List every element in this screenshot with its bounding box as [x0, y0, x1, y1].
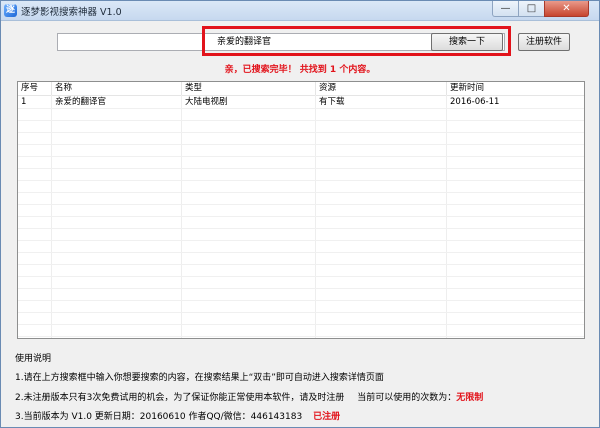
cell-index: 1	[21, 97, 27, 107]
search-button[interactable]: 搜索一下	[431, 33, 503, 51]
app-icon: 逐	[4, 4, 17, 17]
instructions-heading: 使用说明	[15, 354, 52, 364]
grid-line	[18, 108, 584, 109]
instruction-line-3: 3.当前版本为 V1.0 更新日期：20160610 作者QQ/微信：44614…	[15, 409, 340, 422]
grid-line	[18, 204, 584, 205]
title-bar[interactable]: 逐 逐梦影视搜索神器 V1.0 — □ ✕	[1, 1, 599, 21]
grid-line	[18, 156, 584, 157]
grid-line	[18, 276, 584, 277]
usage-count-label: 当前可以使用的次数为：	[357, 393, 457, 403]
column-header-type[interactable]: 类型	[182, 82, 316, 95]
grid-line	[18, 336, 584, 337]
grid-line	[18, 168, 584, 169]
grid-line	[18, 264, 584, 265]
search-status: 亲，已搜索完毕！ 共找到 1 个内容。	[224, 65, 376, 75]
grid-line	[18, 288, 584, 289]
usage-count-value: 无限制	[456, 393, 484, 403]
grid-line	[18, 216, 584, 217]
column-header-name[interactable]: 名称	[52, 82, 182, 95]
column-header-resource[interactable]: 资源	[316, 82, 447, 95]
instruction-line-2-text: 2.未注册版本只有3次免费试用的机会，为了保证你能正常使用本软件，请及时注册	[15, 393, 345, 403]
minimize-button[interactable]: —	[492, 1, 519, 17]
grid-line	[18, 324, 584, 325]
table-row[interactable]: 1 亲爱的翻译官 大陆电视剧 有下载 2016-06-11	[18, 96, 584, 108]
instruction-line-2: 2.未注册版本只有3次免费试用的机会，为了保证你能正常使用本软件，请及时注册 当…	[15, 390, 483, 403]
cell-name: 亲爱的翻译官	[55, 97, 107, 107]
grid-line	[18, 144, 584, 145]
app-window: 逐 逐梦影视搜索神器 V1.0 — □ ✕ 亲爱的翻译官 搜索一下 注册软件 亲…	[0, 0, 600, 428]
instruction-line-3-text: 3.当前版本为 V1.0 更新日期：20160610 作者QQ/微信：44614…	[15, 412, 303, 422]
table-header: 序号 名称 类型 资源 更新时间	[18, 82, 584, 96]
column-header-updated[interactable]: 更新时间	[447, 82, 584, 95]
grid-line	[18, 228, 584, 229]
grid-line	[18, 180, 584, 181]
registration-status: 已注册	[313, 412, 341, 422]
column-header-index[interactable]: 序号	[18, 82, 52, 95]
grid-line	[18, 132, 584, 133]
instruction-line-1: 1.请在上方搜索框中输入你想要搜索的内容，在搜索结果上“双击”即可自动进入搜索详…	[15, 373, 384, 383]
grid-line	[18, 120, 584, 121]
grid-line	[18, 240, 584, 241]
results-table[interactable]: 序号 名称 类型 资源 更新时间 1 亲爱的翻译官 大陆电视剧 有下载 2016…	[17, 81, 585, 339]
maximize-button[interactable]: □	[518, 1, 545, 17]
register-button[interactable]: 注册软件	[518, 33, 570, 51]
cell-updated: 2016-06-11	[450, 97, 500, 107]
grid-line	[18, 252, 584, 253]
window-title: 逐梦影视搜索神器 V1.0	[21, 7, 122, 18]
grid-line	[18, 192, 584, 193]
cell-resource: 有下载	[319, 97, 345, 107]
cell-type: 大陆电视剧	[185, 97, 228, 107]
grid-line	[18, 312, 584, 313]
grid-line	[18, 300, 584, 301]
close-button[interactable]: ✕	[544, 1, 589, 17]
